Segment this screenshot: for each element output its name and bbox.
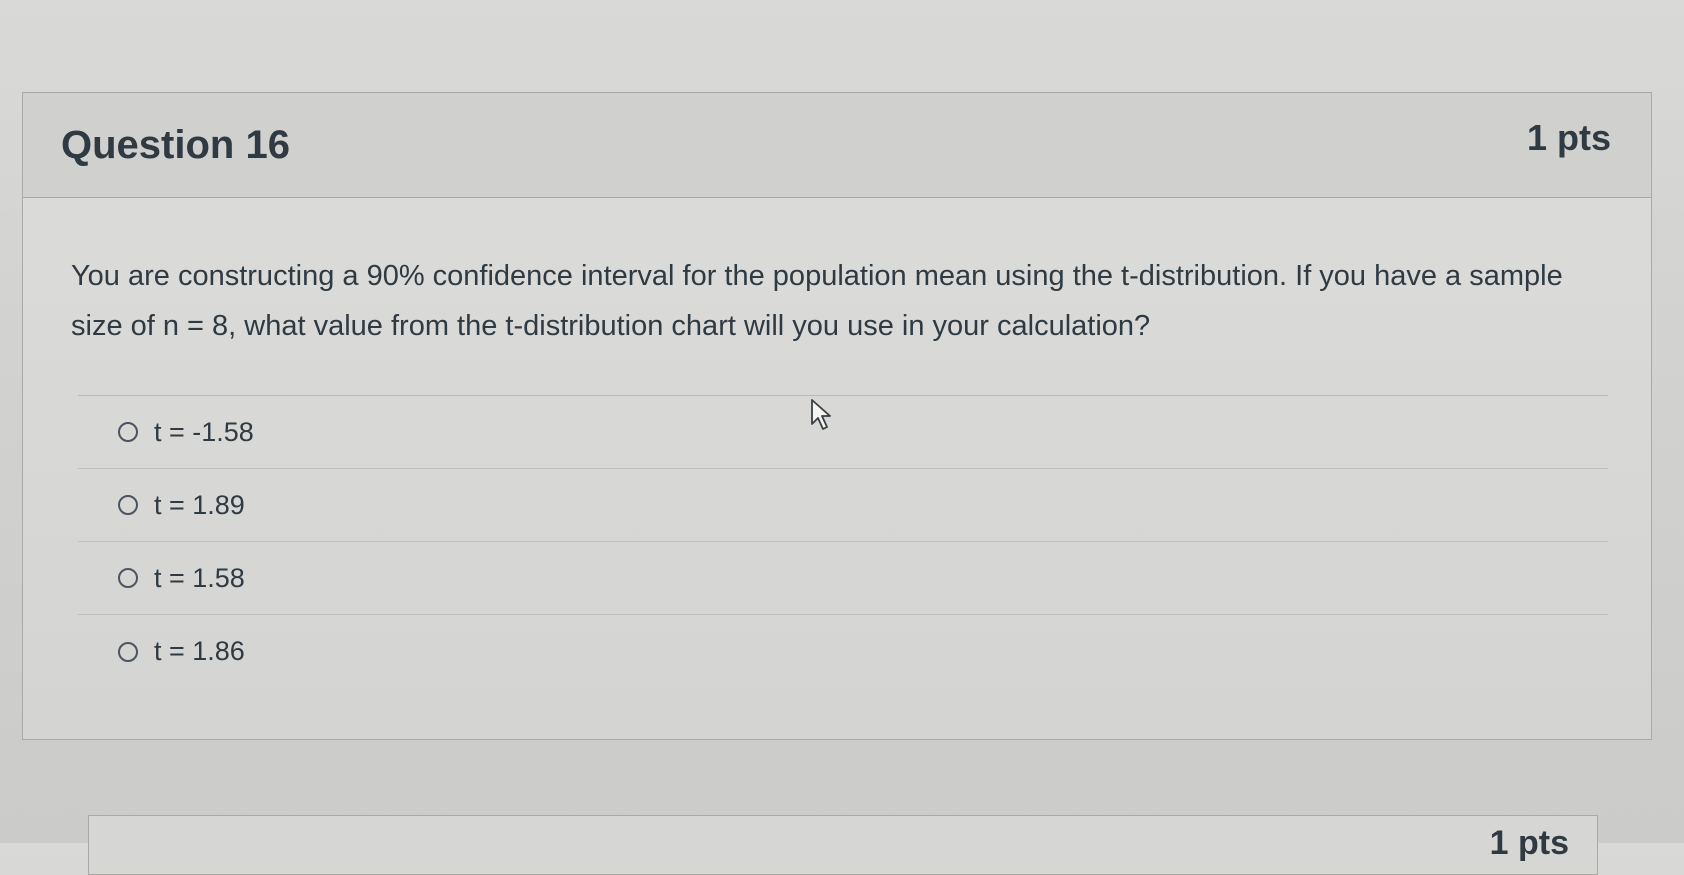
question-points: 1 pts <box>1526 117 1611 158</box>
next-question-points: 1 pts <box>1489 824 1569 862</box>
answer-label: t = 1.86 <box>154 636 245 666</box>
mouse-pointer-icon <box>811 399 831 430</box>
answer-option-4[interactable]: t = 1.86 <box>78 615 1608 688</box>
question-header: Question 16 1 pts <box>23 93 1651 198</box>
answer-label: t = 1.89 <box>154 489 245 520</box>
question-card: Question 16 1 pts You are constructing a… <box>22 92 1652 740</box>
answer-label: t = 1.58 <box>154 562 245 593</box>
radio-unselected-icon[interactable] <box>118 495 138 515</box>
next-question-card: 1 pts <box>88 815 1598 875</box>
radio-unselected-icon[interactable] <box>118 568 138 588</box>
answer-option-1[interactable]: t = -1.58 <box>78 396 1608 469</box>
question-text: You are constructing a 90% confidence in… <box>71 260 1563 342</box>
question-title: Question 16 <box>61 123 290 167</box>
answer-option-2[interactable]: t = 1.89 <box>78 469 1608 542</box>
answer-option-3[interactable]: t = 1.58 <box>78 542 1608 615</box>
radio-unselected-icon[interactable] <box>118 422 138 442</box>
answer-label: t = -1.58 <box>154 416 254 447</box>
radio-unselected-icon[interactable] <box>118 641 138 662</box>
answer-list: t = -1.58 t = 1.89 t = 1.58 t = 1.86 <box>78 395 1608 688</box>
